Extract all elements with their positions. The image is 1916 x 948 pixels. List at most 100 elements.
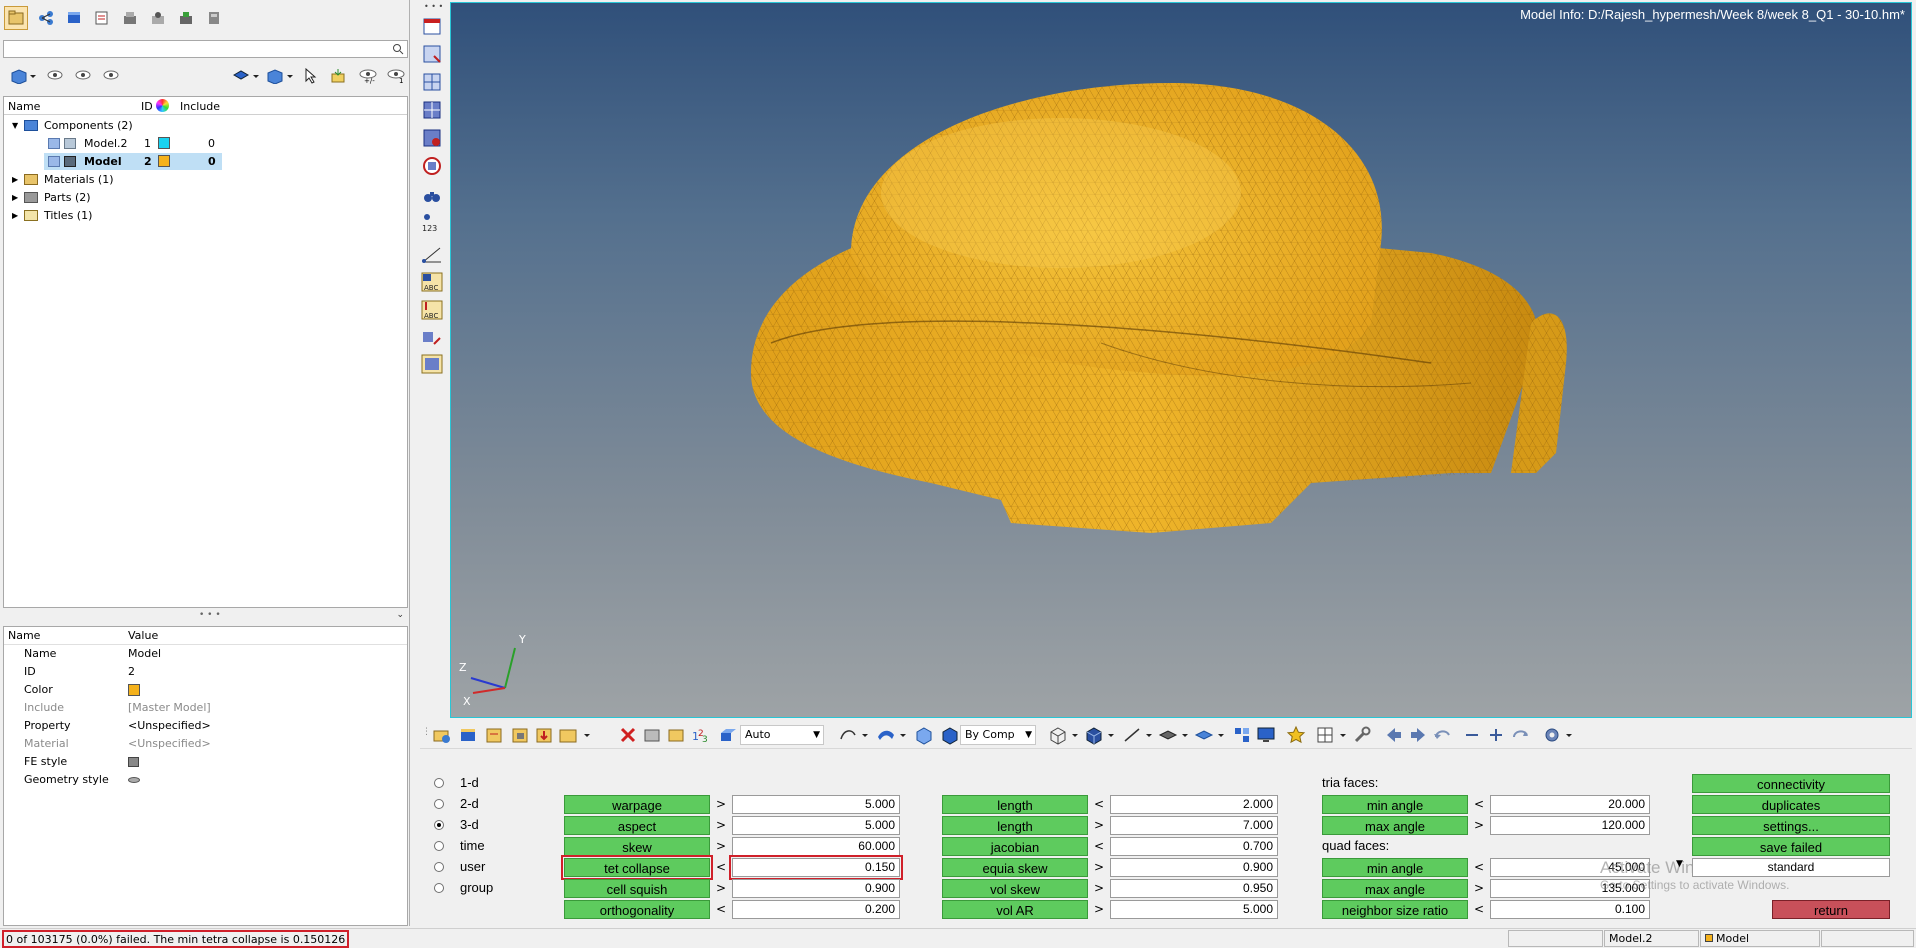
radio-group[interactable] xyxy=(434,883,444,893)
favorites-button[interactable] xyxy=(1286,725,1306,745)
shading-mode-button[interactable] xyxy=(718,725,738,745)
drag-handle-icon[interactable]: • • • xyxy=(199,610,221,620)
find-button[interactable] xyxy=(420,184,444,208)
tree-node-component-selected[interactable]: Model 2 0 xyxy=(44,153,222,170)
prop-color-swatch[interactable] xyxy=(128,684,140,696)
component-color-button[interactable] xyxy=(432,725,452,745)
mesh-mode-button[interactable] xyxy=(1084,725,1118,745)
tria-min-angle-button[interactable]: min angle xyxy=(1322,795,1468,814)
equia-skew-button[interactable]: equia skew xyxy=(942,858,1088,877)
prop-row-geometry-style[interactable]: Geometry style xyxy=(4,771,407,789)
next-view-button[interactable] xyxy=(1408,725,1428,745)
undo-view-button[interactable] xyxy=(1432,725,1452,745)
skew-button[interactable]: skew xyxy=(564,837,710,856)
isolate-button[interactable] xyxy=(70,64,94,88)
view-tool-button-3[interactable] xyxy=(420,70,444,94)
orthogonality-value[interactable]: 0.200 xyxy=(732,900,900,919)
wireframe-button[interactable] xyxy=(1048,725,1082,745)
graphics-viewport[interactable]: Model Info: D:/Rajesh_hypermesh/Week 8/w… xyxy=(450,2,1912,718)
surface-style-button[interactable] xyxy=(876,725,910,745)
length-max-button[interactable]: length xyxy=(942,816,1088,835)
orthogonality-button[interactable]: orthogonality xyxy=(564,900,710,919)
visibility-one-button[interactable]: 1 xyxy=(382,64,406,88)
view-tool-button-2[interactable] xyxy=(420,42,444,66)
element-display-button[interactable] xyxy=(1232,725,1252,745)
show-all-button[interactable] xyxy=(42,64,66,88)
previous-view-button[interactable] xyxy=(1384,725,1404,745)
zoom-in-button[interactable] xyxy=(1486,725,1506,745)
tet-collapse-value[interactable]: 0.150 xyxy=(729,855,903,880)
hide-button[interactable] xyxy=(98,64,122,88)
mesh-model-render[interactable] xyxy=(451,3,1911,717)
component-color-swatch[interactable] xyxy=(158,137,170,149)
collapse-arrow-icon[interactable]: ▼ xyxy=(12,117,18,134)
vol-ar-operator[interactable]: > xyxy=(1090,900,1108,919)
plane-display-button[interactable] xyxy=(1158,725,1192,745)
quad-min-angle-operator[interactable]: < xyxy=(1470,858,1488,877)
connectivity-button[interactable]: connectivity xyxy=(1692,774,1890,793)
skew-operator[interactable]: > xyxy=(712,837,730,856)
geometry-style-icon[interactable] xyxy=(128,777,140,783)
prop-row-property[interactable]: Property <Unspecified> xyxy=(4,717,407,735)
vol-ar-button[interactable]: vol AR xyxy=(942,900,1088,919)
cell-squish-button[interactable]: cell squish xyxy=(564,879,710,898)
entity-view-dropdown[interactable] xyxy=(6,64,38,88)
prop-value[interactable]: 2 xyxy=(128,663,135,681)
select-cursor-button[interactable] xyxy=(298,64,322,88)
expand-arrow-icon[interactable]: ▶ xyxy=(12,207,18,224)
quad-min-angle-button[interactable]: min angle xyxy=(1322,858,1468,877)
component-color-swatch[interactable] xyxy=(158,155,170,167)
aspect-value[interactable]: 5.000 xyxy=(732,816,900,835)
label-button-2[interactable]: ABC xyxy=(420,298,444,322)
shell-display-button[interactable] xyxy=(1194,725,1228,745)
cell-squish-operator[interactable]: > xyxy=(712,879,730,898)
model-browser-tab[interactable] xyxy=(4,6,28,30)
quad-max-angle-operator[interactable]: > xyxy=(1470,879,1488,898)
jacobian-operator[interactable]: < xyxy=(1090,837,1108,856)
display-mesh-dropdown[interactable] xyxy=(262,64,294,88)
tree-node-parts[interactable]: ▶ Parts (2) xyxy=(4,189,224,206)
aspect-operator[interactable]: > xyxy=(712,816,730,835)
load-color-button[interactable] xyxy=(534,725,554,745)
warpage-operator[interactable]: > xyxy=(712,795,730,814)
save-failed-button[interactable]: save failed xyxy=(1692,837,1890,856)
solver-color-button[interactable] xyxy=(458,725,478,745)
standard-dropdown[interactable]: standard xyxy=(1692,858,1890,877)
quad-max-angle-button[interactable]: max angle xyxy=(1322,879,1468,898)
tools-button[interactable] xyxy=(1352,725,1372,745)
prop-row-id[interactable]: ID 2 xyxy=(4,663,407,681)
neighbor-size-ratio-operator[interactable]: < xyxy=(1470,900,1488,919)
warpage-button[interactable]: warpage xyxy=(564,795,710,814)
color-mode-dropdown[interactable]: By Comp ▼ xyxy=(960,725,1036,745)
prop-row-fe-style[interactable]: FE style xyxy=(4,753,407,771)
tria-min-angle-operator[interactable]: < xyxy=(1470,795,1488,814)
fe-style-icon[interactable] xyxy=(128,757,139,767)
number-button[interactable]: 123 xyxy=(690,725,710,745)
vol-skew-value[interactable]: 0.950 xyxy=(1110,879,1278,898)
length-min-button[interactable]: length xyxy=(942,795,1088,814)
tree-node-component[interactable]: Model.2 1 0 xyxy=(4,135,222,152)
include-color-button[interactable] xyxy=(484,725,504,745)
solid-style-button[interactable] xyxy=(914,725,934,745)
transform-button[interactable] xyxy=(420,326,444,350)
set-browser-tab[interactable] xyxy=(202,6,226,30)
radio-3d[interactable] xyxy=(434,820,444,830)
chevron-down-icon[interactable]: ⌄ xyxy=(396,610,404,620)
equia-skew-operator[interactable]: > xyxy=(1090,858,1108,877)
settings-dropdown-button[interactable] xyxy=(1542,725,1576,745)
rotate-view-button[interactable] xyxy=(1510,725,1530,745)
settings-button[interactable]: settings... xyxy=(1692,816,1890,835)
tria-max-angle-button[interactable]: max angle xyxy=(1322,816,1468,835)
tria-min-angle-value[interactable]: 20.000 xyxy=(1490,795,1650,814)
expand-arrow-icon[interactable]: ▶ xyxy=(12,171,18,188)
vol-skew-button[interactable]: vol skew xyxy=(942,879,1088,898)
equia-skew-value[interactable]: 0.900 xyxy=(1110,858,1278,877)
tet-collapse-operator[interactable]: < xyxy=(712,858,730,877)
mask-button[interactable] xyxy=(642,725,662,745)
numbers-button[interactable]: 123 xyxy=(420,210,444,234)
skew-value[interactable]: 60.000 xyxy=(732,837,900,856)
tria-max-angle-operator[interactable]: > xyxy=(1470,816,1488,835)
duplicates-button[interactable]: duplicates xyxy=(1692,795,1890,814)
jacobian-button[interactable]: jacobian xyxy=(942,837,1088,856)
standard-dropdown-arrow-icon[interactable]: ▼ xyxy=(1676,859,1683,869)
